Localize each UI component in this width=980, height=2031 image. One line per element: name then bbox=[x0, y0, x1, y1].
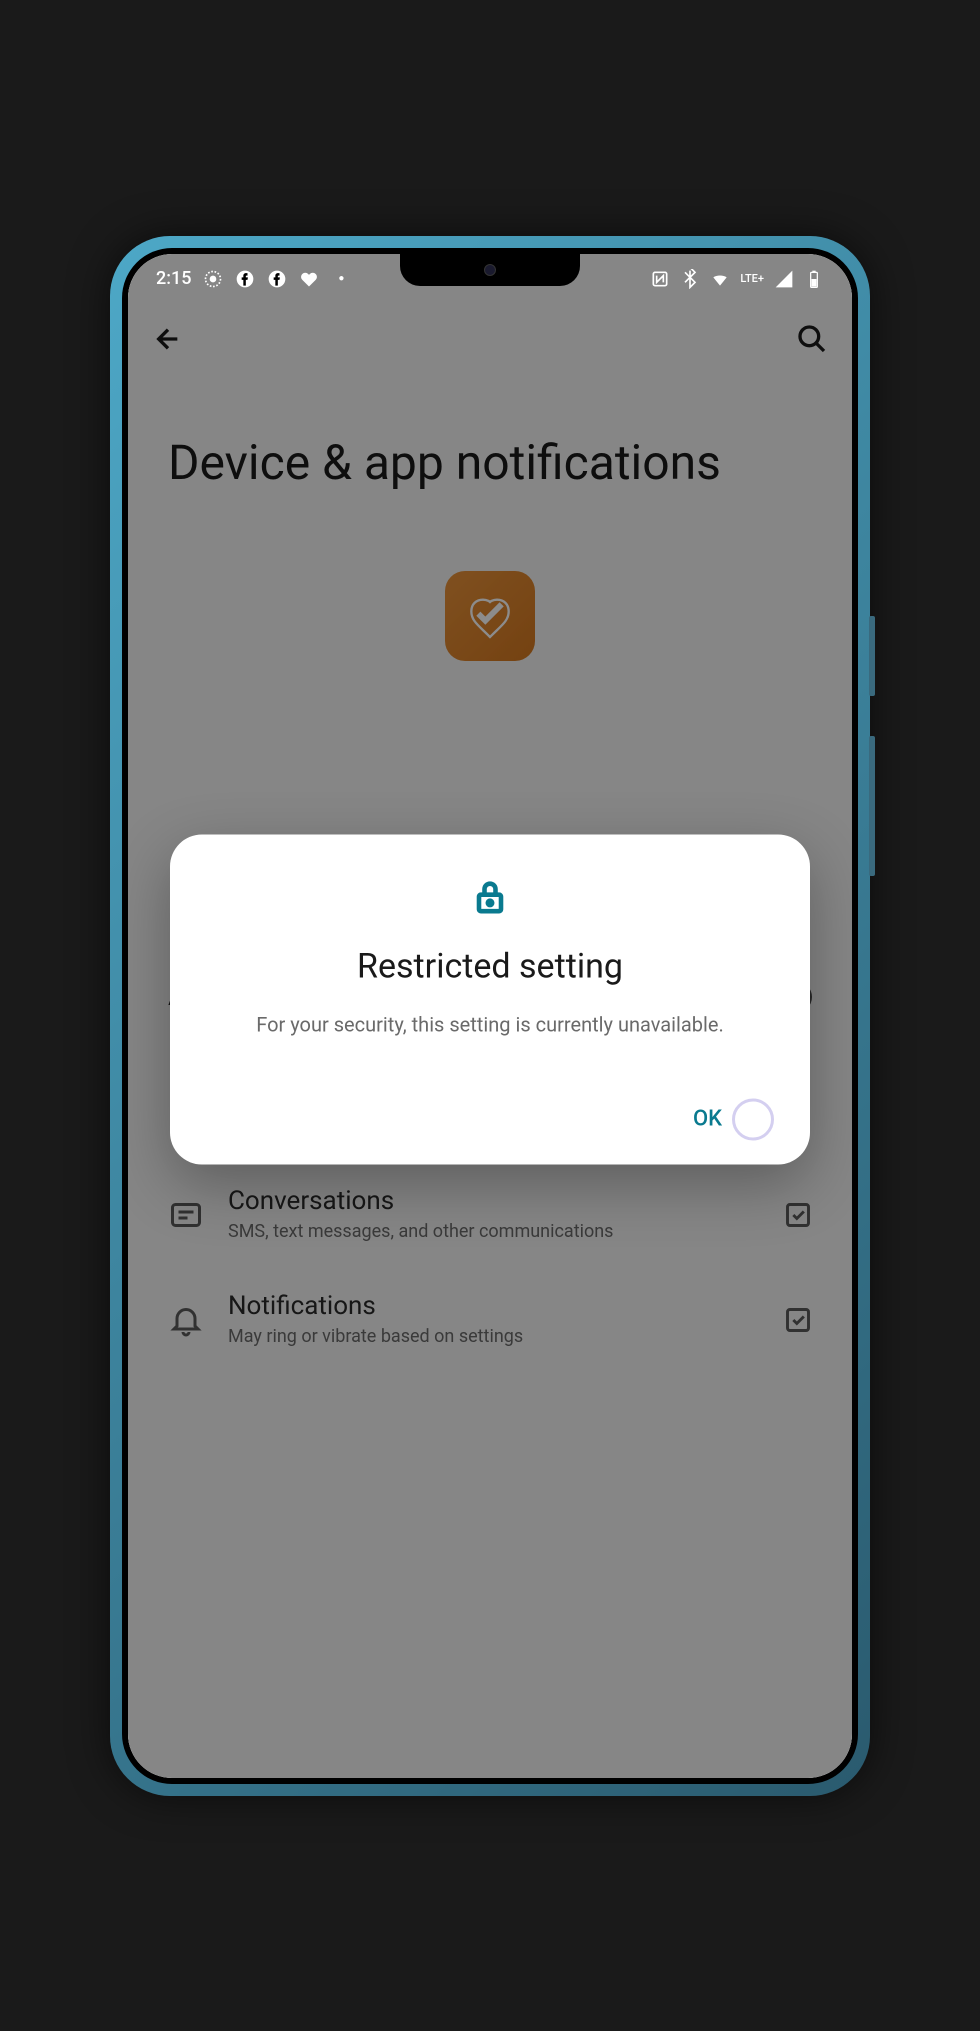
restricted-setting-dialog: Restricted setting For your security, th… bbox=[170, 834, 810, 1164]
phone-inner: 2:15 ● bbox=[122, 248, 858, 1784]
dialog-title: Restricted setting bbox=[206, 946, 774, 986]
notch bbox=[400, 254, 580, 286]
front-camera bbox=[484, 264, 496, 276]
touch-indicator bbox=[732, 1098, 774, 1140]
lock-icon bbox=[206, 874, 774, 918]
heart-icon bbox=[299, 269, 319, 289]
network-label: LTE+ bbox=[740, 272, 764, 285]
screen: 2:15 ● bbox=[128, 254, 852, 1778]
dot-icon: ● bbox=[331, 269, 351, 289]
clock: 2:15 bbox=[156, 268, 191, 289]
battery-icon bbox=[804, 269, 824, 289]
wifi-icon bbox=[710, 269, 730, 289]
phone-frame: 2:15 ● bbox=[110, 236, 870, 1796]
signal-icon bbox=[774, 269, 794, 289]
facebook-icon bbox=[235, 269, 255, 289]
screenshot-icon bbox=[203, 269, 223, 289]
dialog-message: For your security, this setting is curre… bbox=[206, 1010, 774, 1038]
volume-button bbox=[869, 616, 875, 696]
ok-button[interactable]: OK bbox=[693, 1107, 722, 1132]
power-button bbox=[869, 736, 875, 876]
facebook-icon-2 bbox=[267, 269, 287, 289]
nfc-icon bbox=[650, 269, 670, 289]
bluetooth-icon bbox=[680, 269, 700, 289]
